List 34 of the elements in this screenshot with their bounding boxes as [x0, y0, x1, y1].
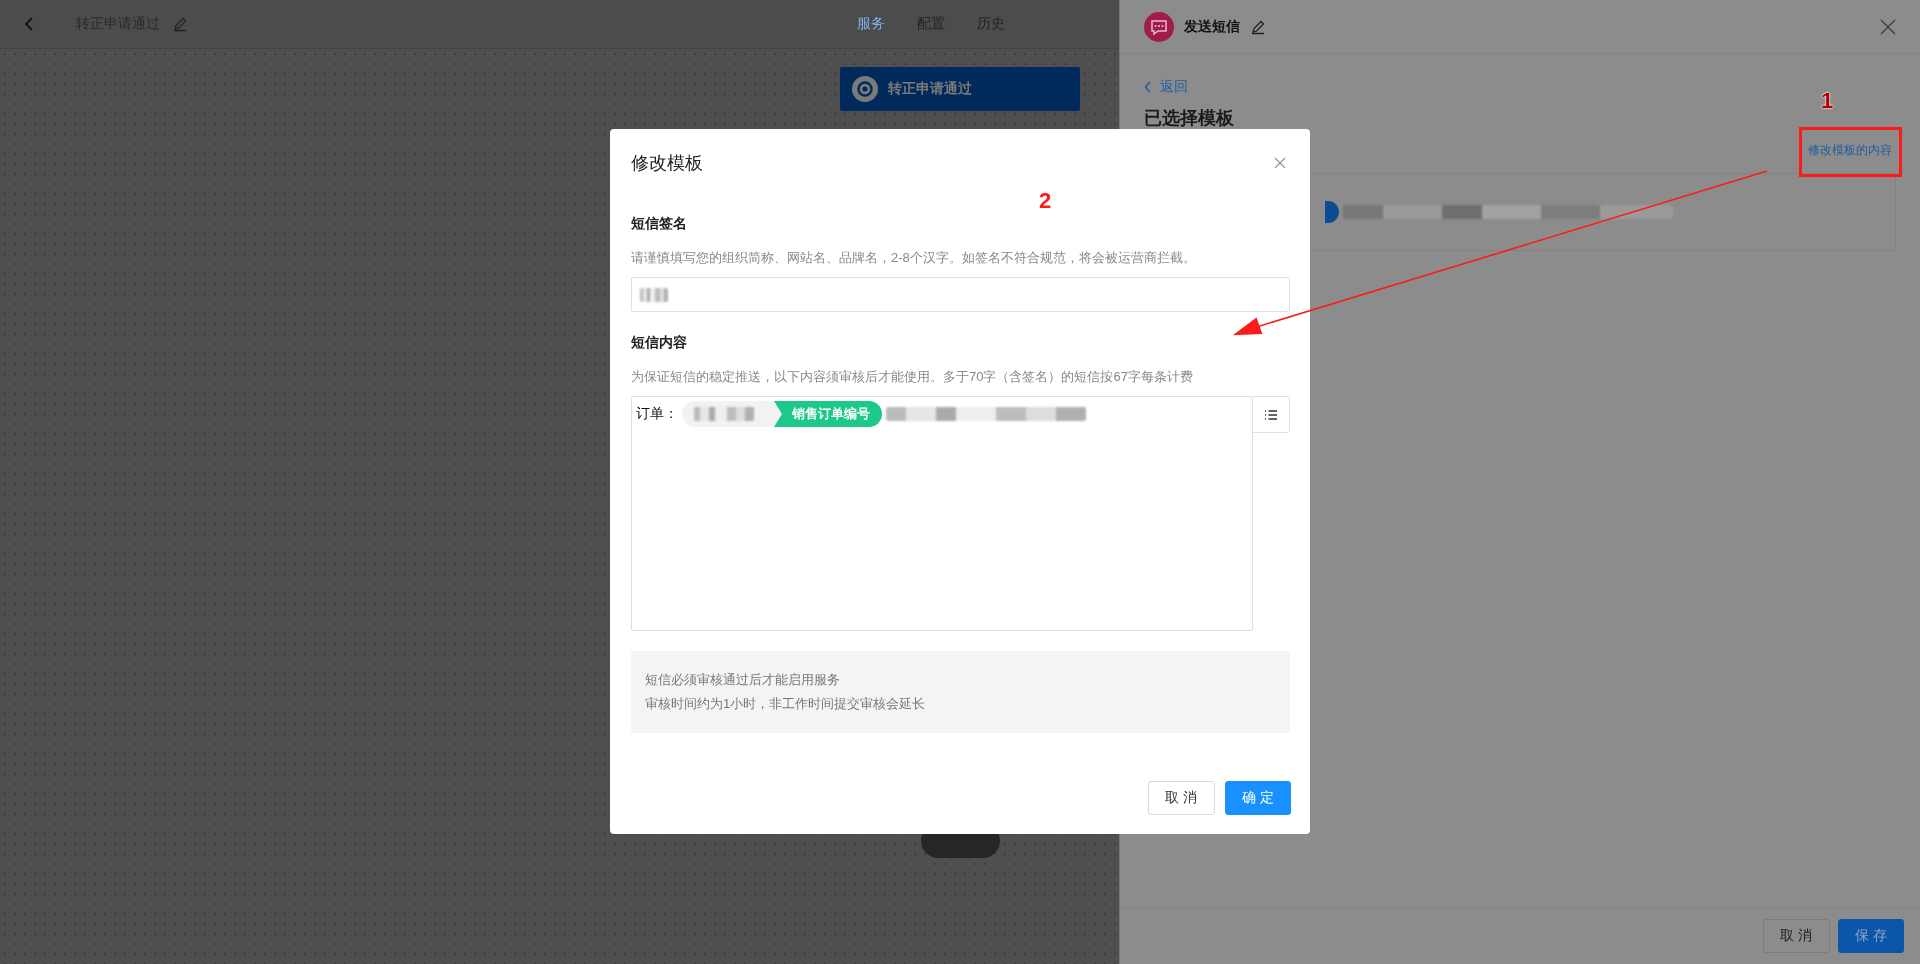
field-label: 短信签名: [631, 215, 688, 233]
edit-template-link[interactable]: 修改模板的内容: [1804, 138, 1896, 163]
tab[interactable]: 服务: [851, 11, 892, 37]
content-text: 订单：: [636, 405, 678, 423]
message-icon: [1144, 11, 1175, 42]
chevron-icon: [1144, 81, 1153, 93]
notice-text: 短信必须审核通过后才能启用服务: [645, 671, 841, 689]
section-heading: 已选择模板: [1144, 107, 1236, 130]
field-label: 短信内容: [631, 334, 688, 352]
pencil-icon[interactable]: [1250, 18, 1267, 35]
cancel-button[interactable]: 取消: [1763, 919, 1830, 953]
field-hint: 为保证短信的稳定推送，以下内容须审核后才能使用。多于70字（含签名）的短信按67字每条计费: [631, 368, 1194, 386]
signature-input[interactable]: [631, 277, 1290, 312]
target-icon: [852, 76, 878, 102]
annotation-number: 2: [1039, 188, 1052, 214]
cancel-button[interactable]: 取消: [1148, 781, 1215, 815]
blurred-text: [640, 287, 668, 302]
save-button[interactable]: 保存: [1837, 919, 1904, 953]
variable-tag[interactable]: 销售订单编号: [774, 401, 882, 427]
back-link[interactable]: 返回: [1144, 78, 1189, 96]
node-label: 转正申请通过: [888, 80, 972, 98]
list-icon: [1264, 408, 1278, 421]
confirm-button[interactable]: 确定: [1224, 781, 1291, 815]
flow-node[interactable]: 转正申请通过: [840, 67, 1080, 111]
list-button[interactable]: [1253, 396, 1290, 433]
back-icon[interactable]: [24, 16, 34, 32]
drawer-title: 发送短信: [1184, 17, 1241, 36]
annotation-number: 1: [1821, 88, 1834, 114]
modal-title: 修改模板: [631, 152, 703, 175]
close-icon[interactable]: [1274, 157, 1286, 169]
content-editor[interactable]: 订单： 销售订单编号: [631, 396, 1253, 631]
close-icon[interactable]: [1880, 18, 1896, 35]
field-hint: 请谨慎填写您的组织简称、网站名、品牌名，2-8个汉字。如签名不符合规范，将会被运营商拦截。: [631, 249, 1197, 267]
notice-text: 审核时间约为1小时，非工作时间提交审核会延长: [645, 695, 927, 713]
